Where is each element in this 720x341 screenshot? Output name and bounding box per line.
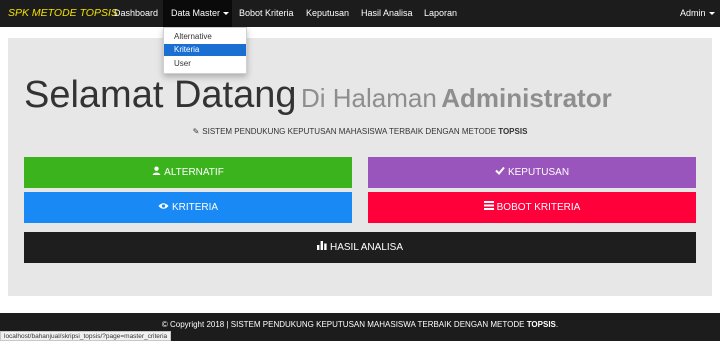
footer-text: © Copyright 2018 | SISTEM PENDUKUNG KEPU… <box>0 320 720 329</box>
hero-title: Selamat Datang <box>24 74 297 116</box>
alternatif-label: ALTERNATIF <box>164 167 224 178</box>
hero-subtitle: ✎ SISTEM PENDUKUNG KEPUTUSAN MAHASISWA TE… <box>0 127 720 136</box>
brand[interactable]: SPK METODE TOPSIS <box>8 7 118 19</box>
bar-chart-icon <box>317 232 327 263</box>
dropdown-item-user[interactable]: User <box>164 58 246 70</box>
hero-sub: Di Halaman <box>300 83 437 113</box>
nav-data-master-label: Data Master <box>171 8 221 18</box>
keputusan-label: KEPUTUSAN <box>507 167 570 178</box>
pencil-icon: ✎ <box>192 127 200 136</box>
hero-strong: Administrator <box>441 83 612 113</box>
nav-laporan[interactable]: Laporan <box>424 8 457 18</box>
caret-down-icon <box>708 12 715 16</box>
kriteria-button[interactable]: KRITERIA <box>24 192 352 223</box>
nav-hasil-analisa[interactable]: Hasil Analisa <box>361 8 413 18</box>
hasil-analisa-button[interactable]: HASIL ANALISA <box>24 232 696 263</box>
hasil-analisa-label: HASIL ANALISA <box>330 242 403 253</box>
status-bar-url: localhost/bahanjual/skripsi_topsis/?page… <box>0 331 172 341</box>
eye-icon <box>158 192 169 223</box>
keputusan-button[interactable]: KEPUTUSAN <box>368 157 696 188</box>
bobot-kriteria-label: BOBOT KRITERIA <box>496 202 581 213</box>
nav-admin-label: Admin <box>680 8 706 18</box>
nav-dashboard[interactable]: Dashboard <box>114 8 158 18</box>
nav-data-master[interactable]: Data Master <box>171 8 230 18</box>
caret-down-icon <box>223 12 230 16</box>
subtitle-text: SISTEM PENDUKUNG KEPUTUSAN MAHASISWA TER… <box>202 127 496 136</box>
list-icon <box>483 192 494 223</box>
hero-heading: Selamat Datang Di Halaman Administrator <box>24 74 612 117</box>
data-master-dropdown: Alternative Kriteria User <box>163 27 247 74</box>
footer-copyright: © Copyright 2018 | SISTEM PENDUKUNG KEPU… <box>161 320 525 329</box>
check-icon <box>495 157 505 188</box>
subtitle-strong: TOPSIS <box>498 127 528 136</box>
navbar: SPK METODE TOPSIS Dashboard Data Master … <box>0 0 720 27</box>
nav-keputusan[interactable]: Keputusan <box>306 8 349 18</box>
dropdown-item-alternative[interactable]: Alternative <box>164 31 246 43</box>
user-icon <box>152 157 161 188</box>
dropdown-item-kriteria[interactable]: Kriteria <box>164 44 246 56</box>
bobot-kriteria-button[interactable]: BOBOT KRITERIA <box>368 192 696 223</box>
kriteria-label: KRITERIA <box>171 202 219 213</box>
footer-period: . <box>555 320 559 329</box>
footer-strong: TOPSIS <box>526 320 556 329</box>
alternatif-button[interactable]: ALTERNATIF <box>24 157 352 188</box>
nav-admin[interactable]: Admin <box>680 8 715 18</box>
nav-bobot-kriteria[interactable]: Bobot Kriteria <box>239 8 294 18</box>
